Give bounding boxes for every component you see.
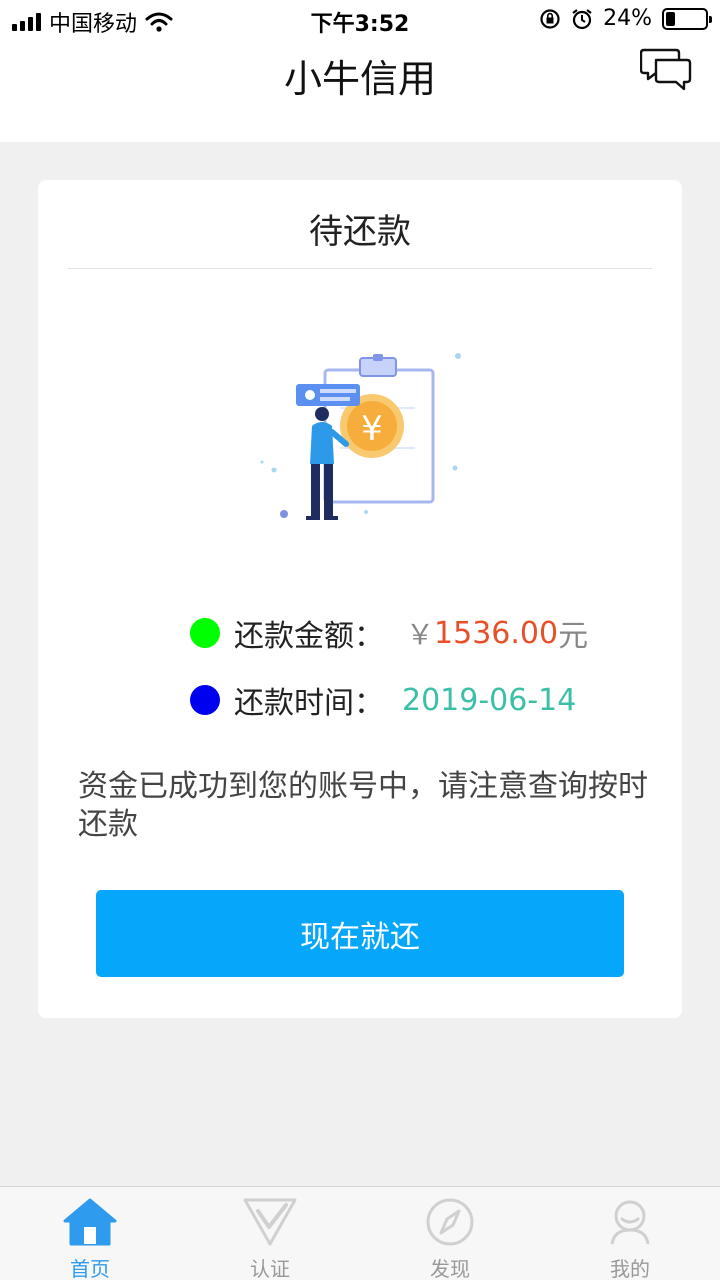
nav-bar: 小牛信用 — [0, 40, 720, 142]
repay-now-button[interactable]: 现在就还 — [96, 890, 624, 977]
battery-fill — [666, 11, 676, 26]
green-dot-icon — [190, 618, 220, 648]
amount-unit: 元 — [558, 619, 589, 654]
home-icon — [63, 1198, 117, 1246]
date-value: 2019-06-14 — [402, 682, 577, 718]
check-shield-icon — [243, 1198, 297, 1246]
tab-home-label: 首页 — [70, 1257, 110, 1280]
tab-verify[interactable]: 认证 — [180, 1187, 360, 1280]
page-title: 小牛信用 — [283, 57, 436, 101]
tab-mine-label: 我的 — [610, 1257, 650, 1280]
notice-text: 资金已成功到您的账号中，请注意查询按时还款 — [78, 769, 648, 842]
date-label: 还款时间： — [234, 686, 384, 721]
tab-verify-label: 认证 — [250, 1257, 290, 1280]
currency-symbol: ￥ — [406, 618, 435, 651]
amount-label: 还款金额： — [234, 619, 384, 654]
amount-row: 还款金额： ￥ 1536.00 元 — [190, 611, 588, 655]
amount-value: 1536.00 — [434, 615, 559, 651]
tab-discover-label: 发现 — [430, 1257, 470, 1280]
svg-text:¥: ¥ — [361, 409, 383, 449]
tab-discover[interactable]: 发现 — [360, 1187, 540, 1280]
chat-bubbles-icon[interactable] — [640, 46, 692, 94]
battery-icon — [662, 7, 712, 30]
compass-icon — [426, 1198, 474, 1246]
date-row: 还款时间： 2019-06-14 — [190, 678, 576, 722]
tab-mine[interactable]: 我的 — [540, 1187, 720, 1280]
tab-bar: 首页 认证 发现 我的 — [0, 1186, 720, 1280]
repayment-illustration: ¥ — [260, 353, 461, 520]
status-bar: 中国移动 下午3:52 24% — [0, 0, 720, 40]
tab-home[interactable]: 首页 — [0, 1187, 180, 1280]
blue-dot-icon — [190, 685, 220, 715]
repayment-card: 待还款 ¥ 还款金额： ￥ 1536.00 元 还款时间： 2019-06-14… — [38, 180, 682, 1018]
user-icon — [610, 1200, 650, 1245]
rotation-lock-icon — [540, 8, 560, 29]
card-title: 待还款 — [309, 212, 411, 252]
alarm-icon — [572, 8, 592, 29]
divider — [68, 268, 652, 269]
battery-percent: 24% — [603, 6, 652, 31]
